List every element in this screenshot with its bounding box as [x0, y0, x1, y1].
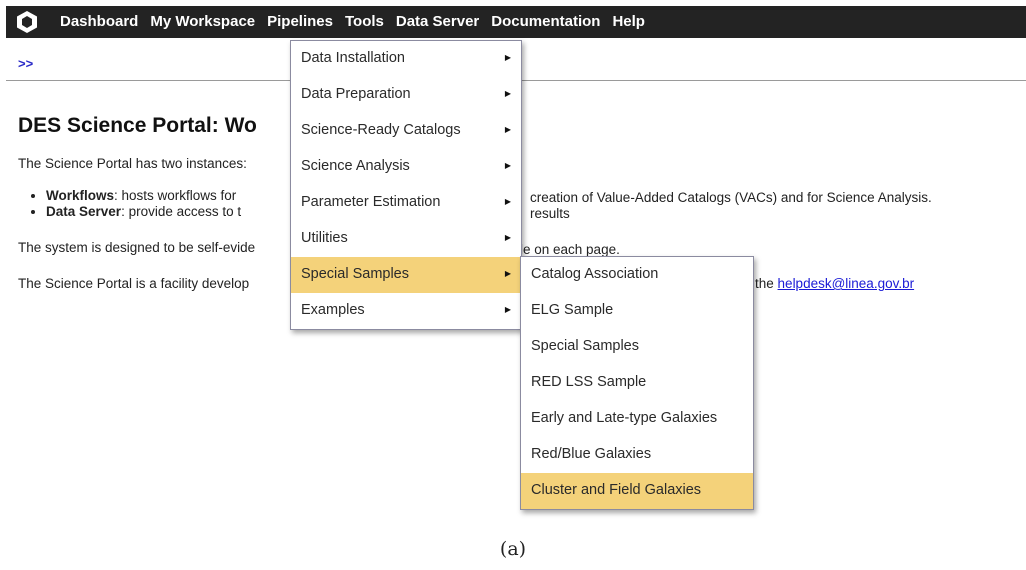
pipelines-menu: Data Installation ▶ Data Preparation ▶ S…: [290, 40, 522, 330]
menu-item-science-ready-catalogs[interactable]: Science-Ready Catalogs ▶: [291, 113, 521, 149]
menu-item-examples[interactable]: Examples ▶: [291, 293, 521, 329]
menu-item-label: Data Preparation: [301, 86, 411, 102]
submenu-item-cluster-field-galaxies[interactable]: Cluster and Field Galaxies: [521, 473, 753, 509]
triangle-right-icon: ▶: [504, 233, 511, 242]
bullet2-tail: results: [530, 206, 570, 221]
menu-item-label: Special Samples: [301, 266, 409, 282]
menu-item-label: Examples: [301, 302, 365, 318]
helpdesk-email-link[interactable]: helpdesk@linea.gov.br: [778, 276, 915, 291]
intro-text: The Science Portal has two instances:: [18, 156, 247, 171]
special-samples-submenu: Catalog Association ELG Sample Special S…: [520, 256, 754, 510]
submenu-item-special-samples[interactable]: Special Samples: [521, 329, 753, 365]
list-item: Workflows: hosts workflows for: [46, 188, 241, 204]
portal-logo-icon[interactable]: [14, 9, 40, 35]
system-tail: le on each page.: [520, 242, 620, 257]
menu-item-science-analysis[interactable]: Science Analysis ▶: [291, 149, 521, 185]
menu-item-label: Utilities: [301, 230, 348, 246]
bullet-text: : hosts workflows for: [114, 188, 237, 203]
top-navbar: Dashboard My Workspace Pipelines Tools D…: [6, 6, 1026, 38]
menu-item-label: Data Installation: [301, 50, 405, 66]
submenu-item-red-lss-sample[interactable]: RED LSS Sample: [521, 365, 753, 401]
nav-dashboard[interactable]: Dashboard: [54, 6, 144, 38]
nav-data-server[interactable]: Data Server: [390, 6, 485, 38]
nav-help[interactable]: Help: [606, 6, 651, 38]
menu-item-label: Science Analysis: [301, 158, 410, 174]
menu-item-data-installation[interactable]: Data Installation ▶: [291, 41, 521, 77]
page-title: DES Science Portal: Wo: [18, 114, 257, 137]
menu-item-special-samples[interactable]: Special Samples ▶: [291, 257, 521, 293]
triangle-right-icon: ▶: [504, 269, 511, 278]
submenu-item-catalog-association[interactable]: Catalog Association: [521, 257, 753, 293]
menu-item-data-preparation[interactable]: Data Preparation ▶: [291, 77, 521, 113]
instances-list: Workflows: hosts workflows for Data Serv…: [46, 188, 241, 220]
list-item: Data Server: provide access to t: [46, 204, 241, 220]
triangle-right-icon: ▶: [504, 305, 511, 314]
system-text: The system is designed to be self-evide: [18, 240, 256, 255]
menu-item-utilities[interactable]: Utilities ▶: [291, 221, 521, 257]
nav-pipelines[interactable]: Pipelines: [261, 6, 339, 38]
bullet-term: Workflows: [46, 188, 115, 203]
facility-tail-text: the: [755, 276, 774, 291]
facility-tail: the helpdesk@linea.gov.br: [755, 276, 914, 291]
nav-tools[interactable]: Tools: [339, 6, 390, 38]
triangle-right-icon: ▶: [504, 197, 511, 206]
facility-text: The Science Portal is a facility develop: [18, 276, 250, 291]
nav-my-workspace[interactable]: My Workspace: [144, 6, 261, 38]
triangle-right-icon: ▶: [504, 125, 511, 134]
triangle-right-icon: ▶: [504, 89, 511, 98]
figure-caption: (a): [499, 538, 527, 560]
menu-item-label: Parameter Estimation: [301, 194, 441, 210]
submenu-item-red-blue-galaxies[interactable]: Red/Blue Galaxies: [521, 437, 753, 473]
submenu-item-elg-sample[interactable]: ELG Sample: [521, 293, 753, 329]
triangle-right-icon: ▶: [504, 161, 511, 170]
bullet1-tail: creation of Value-Added Catalogs (VACs) …: [530, 190, 932, 205]
triangle-right-icon: ▶: [504, 53, 511, 62]
submenu-item-early-late-type-galaxies[interactable]: Early and Late-type Galaxies: [521, 401, 753, 437]
menu-item-label: Science-Ready Catalogs: [301, 122, 461, 138]
bullet-text: : provide access to t: [121, 204, 242, 219]
nav-documentation[interactable]: Documentation: [485, 6, 606, 38]
breadcrumb[interactable]: >>: [18, 56, 33, 71]
bullet-term: Data Server: [46, 204, 122, 219]
menu-item-parameter-estimation[interactable]: Parameter Estimation ▶: [291, 185, 521, 221]
